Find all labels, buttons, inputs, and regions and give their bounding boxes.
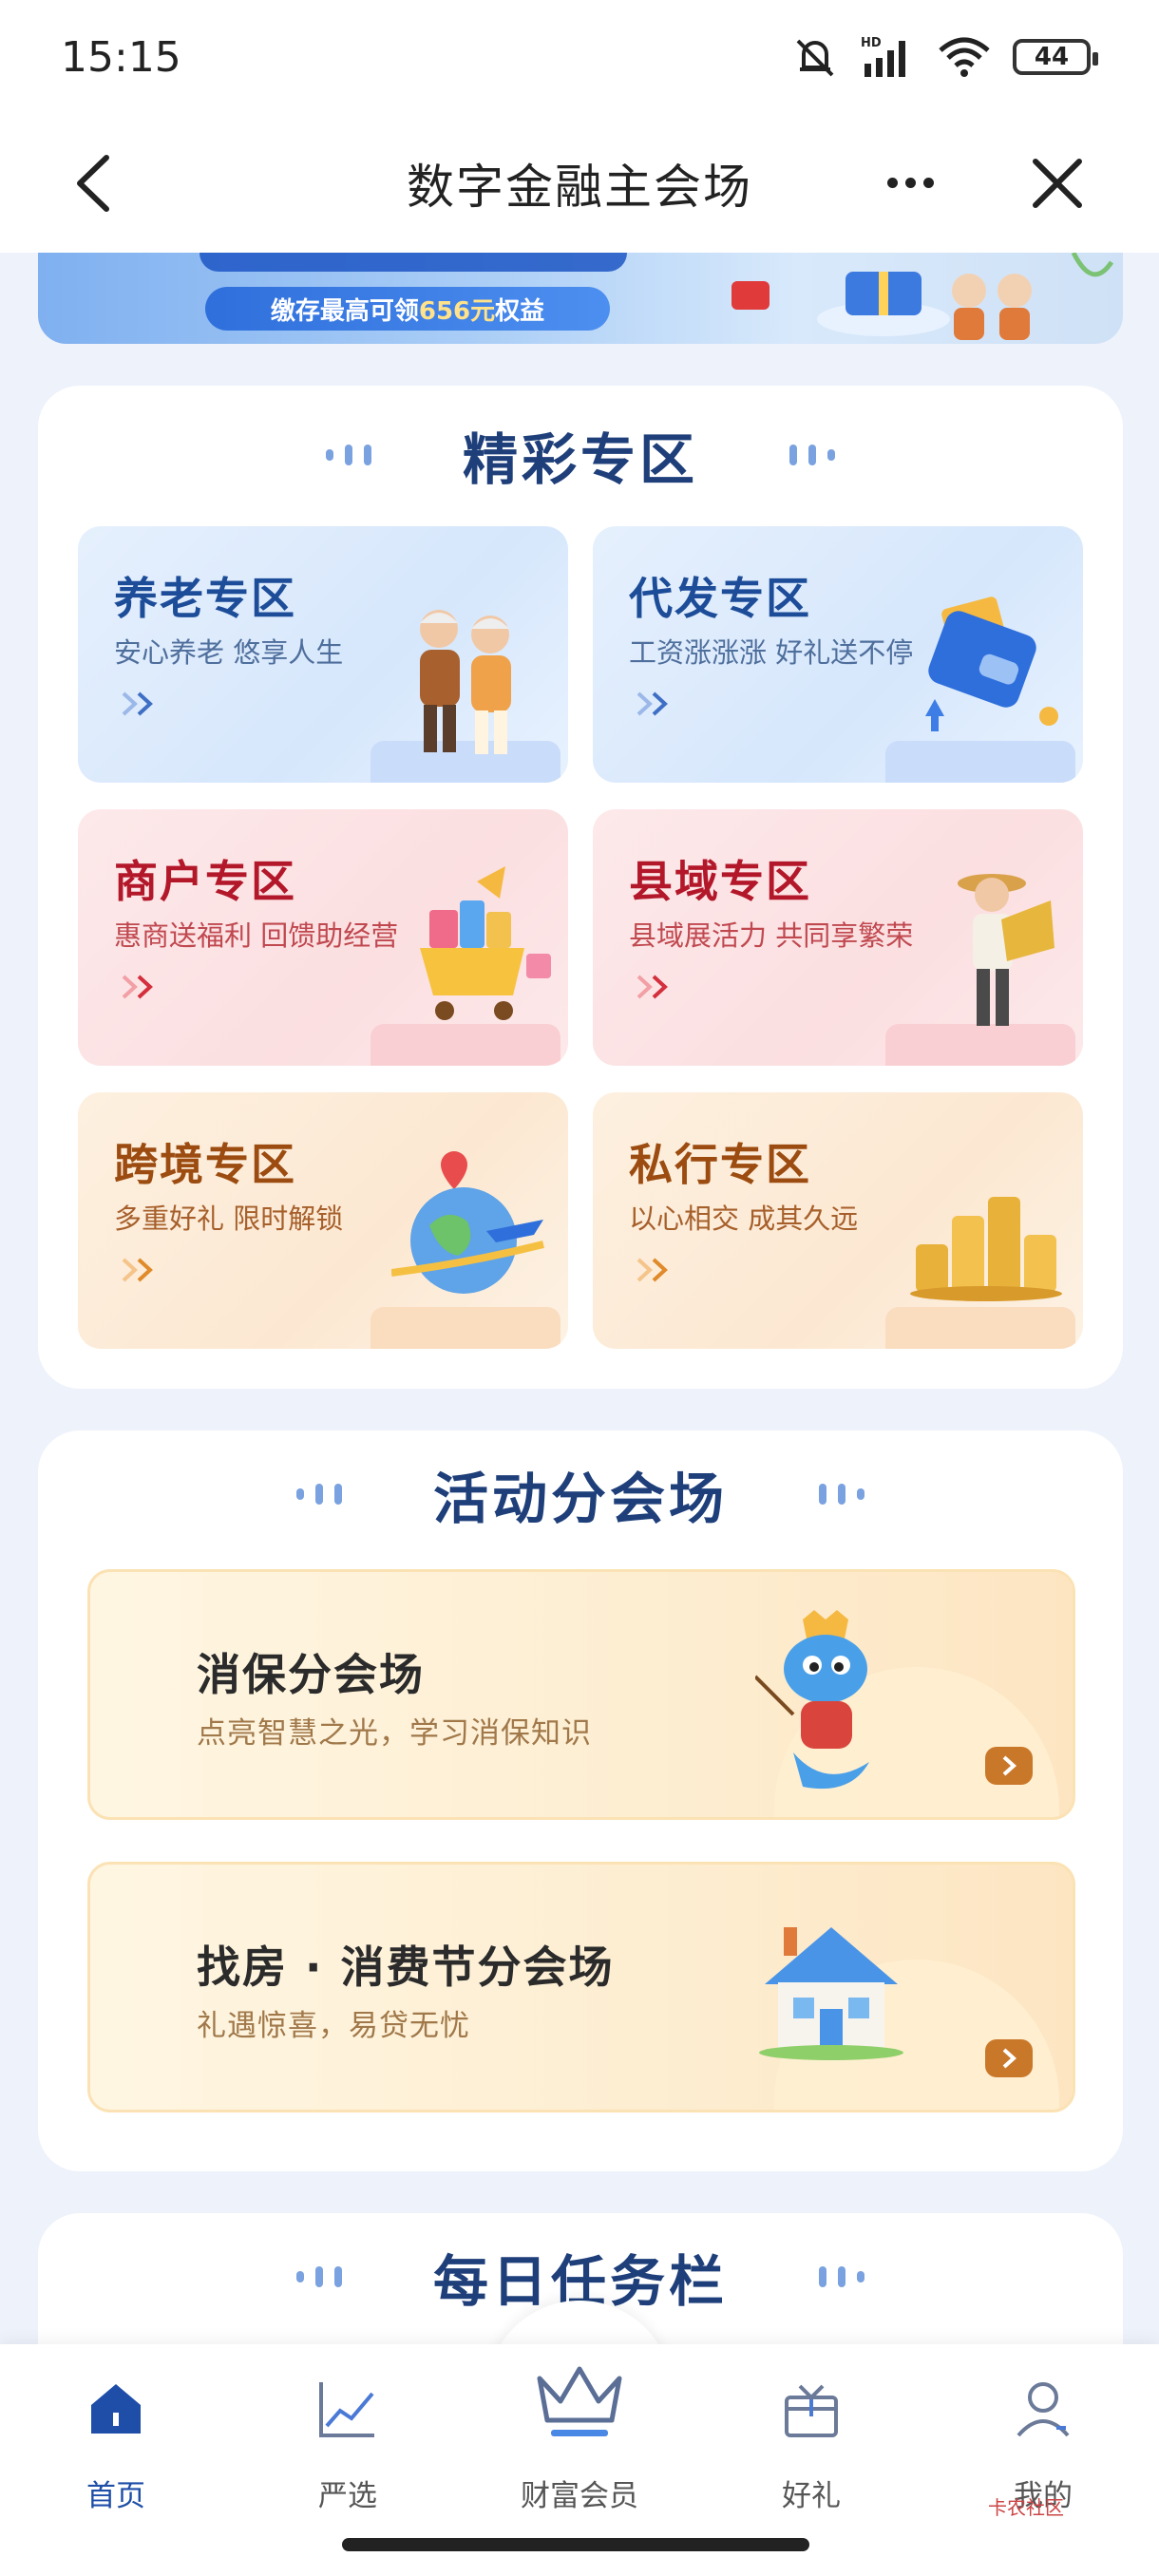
house-icon bbox=[759, 1927, 903, 2060]
gift-icon bbox=[785, 2384, 838, 2437]
shopping-cart-icon bbox=[420, 866, 551, 1020]
title-dots-right bbox=[819, 1484, 864, 1505]
tab-label: 严选 bbox=[318, 2479, 377, 2513]
title-dots-right bbox=[789, 445, 835, 465]
section-title: 活动分会场 bbox=[432, 1467, 728, 1531]
activity-card-consumer-protection[interactable]: 消保分会场 点亮智慧之光，学习消保知识 bbox=[87, 1569, 1075, 1820]
network-type: HD bbox=[861, 36, 882, 50]
zone-card-private-banking[interactable]: 私行专区 以心相交 成其久远 bbox=[593, 1092, 1083, 1349]
tab-home[interactable]: 首页 bbox=[21, 2359, 211, 2513]
mute-icon bbox=[796, 39, 834, 77]
signal-icon: HD bbox=[861, 36, 905, 77]
activity-title: 找房 · 消费节分会场 bbox=[197, 1941, 615, 1993]
double-chevron-icon bbox=[636, 975, 668, 999]
banner-title-graphic bbox=[200, 253, 627, 272]
zone-card-county[interactable]: 县域专区 县域展活力 共同享繁荣 bbox=[593, 809, 1083, 1066]
title-dots-left bbox=[295, 2266, 342, 2287]
zone-title: 私行专区 bbox=[629, 1139, 811, 1190]
section-title: 精彩专区 bbox=[462, 427, 698, 492]
zone-card-crossborder[interactable]: 跨境专区 多重好礼 限时解锁 bbox=[78, 1092, 568, 1349]
gold-coins-icon bbox=[910, 1197, 1062, 1301]
featured-zones-section: 精彩专区 养老专区 安心养老 悠享人生 代发专区 工资涨涨涨 好礼送不停 商户专… bbox=[38, 386, 1123, 1389]
status-bar: 15:15 HD 44 bbox=[0, 0, 1159, 114]
zone-subtitle: 安心养老 悠享人生 bbox=[114, 636, 344, 669]
activities-section: 活动分会场 消保分会场 点亮智慧之光，学习消保知识 找房 · 消费节分会场 礼遇… bbox=[38, 1430, 1123, 2171]
zone-card-pension[interactable]: 养老专区 安心养老 悠享人生 bbox=[78, 526, 568, 783]
close-icon[interactable] bbox=[1026, 152, 1089, 215]
zone-subtitle: 惠商送福利 回馈助经营 bbox=[114, 919, 399, 952]
zone-title: 跨境专区 bbox=[114, 1139, 296, 1190]
status-time: 15:15 bbox=[61, 32, 181, 82]
wallet-icon bbox=[925, 597, 1058, 731]
crown-icon bbox=[537, 2366, 622, 2436]
zone-title: 县域专区 bbox=[629, 856, 811, 907]
double-chevron-icon bbox=[636, 1258, 668, 1282]
tab-selection[interactable]: 严选 bbox=[253, 2359, 443, 2513]
title-dots-left bbox=[325, 445, 371, 465]
zone-subtitle: 以心相交 成其久远 bbox=[629, 1203, 859, 1235]
gift-elders-illustration bbox=[732, 253, 1114, 340]
double-chevron-icon bbox=[122, 691, 153, 716]
zone-subtitle: 工资涨涨涨 好礼送不停 bbox=[629, 636, 914, 669]
activity-subtitle: 点亮智慧之光，学习消保知识 bbox=[197, 1716, 592, 1751]
activity-title: 消保分会场 bbox=[197, 1649, 425, 1700]
double-chevron-icon bbox=[122, 975, 153, 999]
back-arrow-icon[interactable] bbox=[66, 152, 124, 215]
watermark-text: 卡农社区 bbox=[988, 2496, 1064, 2519]
home-indicator bbox=[342, 2538, 809, 2551]
wifi-icon bbox=[939, 37, 990, 77]
more-options-icon[interactable] bbox=[887, 161, 944, 203]
go-arrow-button[interactable] bbox=[985, 2039, 1033, 2077]
zone-subtitle: 县域展活力 共同享繁荣 bbox=[629, 919, 914, 952]
zone-title: 代发专区 bbox=[629, 573, 811, 624]
zone-card-merchant[interactable]: 商户专区 惠商送福利 回馈助经营 bbox=[78, 809, 568, 1066]
status-icons: HD 44 bbox=[790, 35, 1098, 79]
go-arrow-button[interactable] bbox=[985, 1747, 1033, 1785]
zone-card-payroll[interactable]: 代发专区 工资涨涨涨 好礼送不停 bbox=[593, 526, 1083, 783]
user-icon bbox=[1016, 2382, 1070, 2437]
home-icon bbox=[91, 2384, 141, 2434]
globe-plane-icon bbox=[391, 1151, 544, 1294]
activity-card-housing[interactable]: 找房 · 消费节分会场 礼遇惊喜，易贷无忧 bbox=[87, 1862, 1075, 2112]
double-chevron-icon bbox=[122, 1258, 153, 1282]
chevron-right-icon bbox=[1002, 1755, 1016, 1776]
zone-title: 商户专区 bbox=[114, 856, 296, 907]
tab-label: 财富会员 bbox=[521, 2479, 638, 2513]
title-dots-right bbox=[819, 2266, 864, 2287]
nav-bar: 数字金融主会场 bbox=[0, 114, 1159, 253]
banner-caption: 缴存最高可领 656元 权益 bbox=[205, 287, 610, 331]
zone-subtitle: 多重好礼 限时解锁 bbox=[114, 1203, 344, 1235]
tab-mine[interactable]: 我的 bbox=[948, 2359, 1138, 2513]
activity-subtitle: 礼遇惊喜，易贷无忧 bbox=[197, 2009, 470, 2043]
farmer-icon bbox=[958, 874, 1054, 1026]
tab-wealth-member[interactable]: 财富会员 bbox=[484, 2359, 674, 2513]
elderly-couple-icon bbox=[420, 610, 511, 754]
zone-title: 养老专区 bbox=[114, 573, 296, 624]
chart-icon bbox=[319, 2382, 374, 2437]
promo-banner[interactable]: 缴存最高可领 656元 权益 bbox=[38, 253, 1123, 344]
page-title: 数字金融主会场 bbox=[407, 160, 752, 215]
battery-icon: 44 bbox=[1013, 39, 1098, 75]
snake-mascot-icon bbox=[755, 1610, 869, 1790]
tab-gifts[interactable]: 好礼 bbox=[716, 2359, 906, 2513]
tab-label: 好礼 bbox=[782, 2479, 841, 2513]
title-dots-left bbox=[295, 1484, 342, 1505]
chevron-right-icon bbox=[1002, 2048, 1016, 2069]
tab-label: 首页 bbox=[86, 2479, 145, 2513]
double-chevron-icon bbox=[636, 691, 668, 716]
